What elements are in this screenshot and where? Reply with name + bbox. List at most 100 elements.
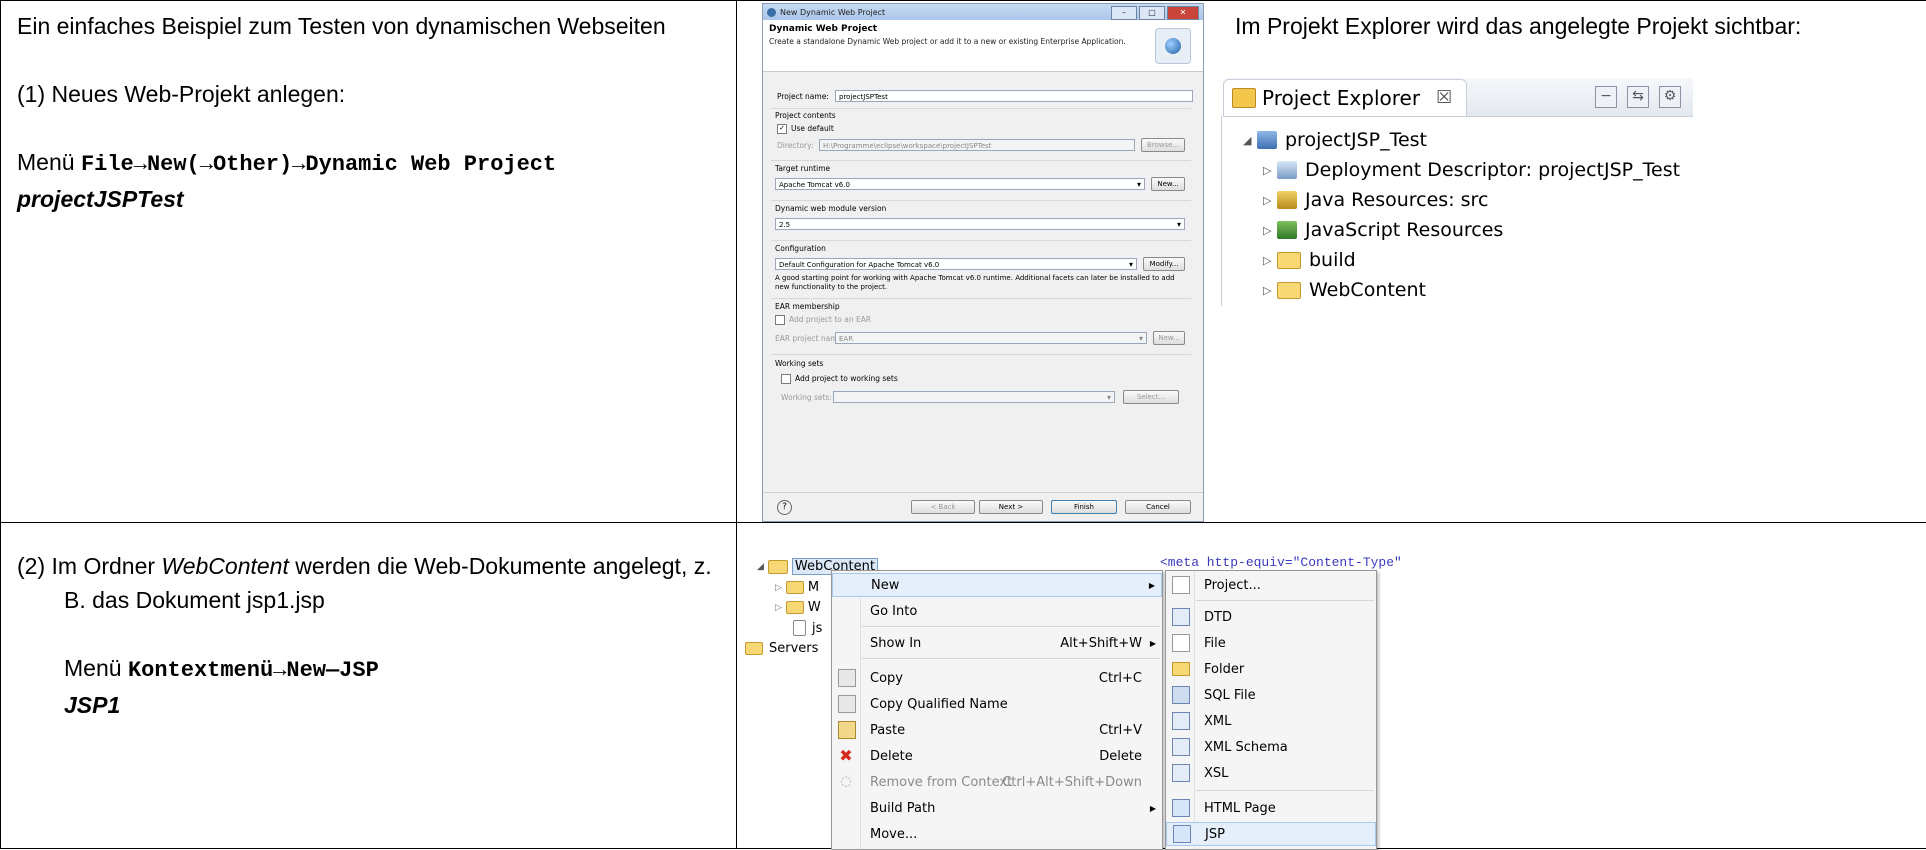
tree-node[interactable]: ▷ WebContent — [1263, 279, 1426, 301]
add-working-sets-row[interactable]: Add project to working sets — [781, 374, 898, 384]
add-to-ear-checkbox[interactable] — [775, 315, 785, 325]
configuration-description: A good starting point for working with A… — [775, 274, 1185, 292]
project-explorer: Project Explorer ☒ − ⇆ ⚙ ◢ projectJSP_Te… — [1223, 78, 1693, 308]
dialog-window-title: New Dynamic Web Project — [780, 8, 885, 17]
dialog-header: Dynamic Web Project Create a standalone … — [763, 20, 1203, 72]
tree-project-node[interactable]: ◢ projectJSP_Test — [1243, 129, 1427, 151]
help-icon[interactable]: ? — [777, 500, 792, 515]
intro-text: Ein einfaches Beispiel zum Testen von dy… — [17, 9, 707, 43]
html-page-icon — [1172, 799, 1190, 817]
row1-text-cell: Ein einfaches Beispiel zum Testen von dy… — [1, 1, 737, 523]
file-icon — [1172, 634, 1190, 652]
menu-item-go-into[interactable]: Go Into — [832, 599, 1162, 623]
collapsed-triangle-icon[interactable]: ▷ — [1263, 224, 1277, 237]
folder-icon — [786, 581, 804, 594]
paste-icon — [838, 721, 856, 739]
dialog-footer: ? < Back Next > Finish Cancel — [763, 492, 1203, 521]
ear-project-name-select[interactable]: EAR — [835, 332, 1147, 344]
submenu-item-folder[interactable]: Folder — [1166, 657, 1376, 681]
cancel-button[interactable]: Cancel — [1125, 500, 1191, 514]
submenu-item-xml-schema[interactable]: XML Schema — [1166, 735, 1376, 759]
collapsed-triangle-icon[interactable]: ▷ — [1263, 284, 1277, 297]
submenu-item-xml[interactable]: XML — [1166, 709, 1376, 733]
folder-icon — [1277, 252, 1301, 269]
module-version-select[interactable]: 2.5 — [775, 218, 1185, 230]
directory-input[interactable]: H:\Programme\eclipse\workspace\projectJS… — [819, 139, 1135, 151]
close-window-button[interactable]: ✕ — [1167, 6, 1199, 20]
target-runtime-select[interactable]: Apache Tomcat v6.0 — [775, 178, 1145, 190]
sql-file-icon — [1172, 686, 1190, 704]
code-snippet: <meta http-equiv="Content-Type" — [1160, 555, 1402, 570]
configuration-select[interactable]: Default Configuration for Apache Tomcat … — [775, 258, 1137, 270]
tree-node[interactable]: ▷ Java Resources: src — [1263, 189, 1488, 211]
link-with-editor-icon[interactable]: ⇆ — [1627, 86, 1649, 108]
new-ear-button[interactable]: New... — [1153, 331, 1185, 345]
minimize-button[interactable]: – — [1111, 6, 1137, 20]
use-default-checkbox[interactable]: ✓ — [777, 124, 787, 134]
tree-node[interactable]: ▷W — [775, 600, 821, 615]
webcontent-folder-name: WebContent — [161, 553, 288, 579]
menu-item-copy[interactable]: CopyCtrl+C — [832, 666, 1162, 690]
working-sets-select[interactable] — [833, 391, 1115, 403]
menu-item-remove-from-context[interactable]: ◌Remove from ContextCtrl+Alt+Shift+Down — [832, 770, 1162, 794]
expand-triangle-icon[interactable]: ◢ — [1243, 134, 1257, 147]
menu-item-new[interactable]: New▶ — [832, 573, 1162, 597]
servers-tree-node[interactable]: Servers — [745, 641, 818, 656]
maximize-button[interactable]: □ — [1139, 6, 1165, 20]
menu-item-delete[interactable]: ✖DeleteDelete — [832, 744, 1162, 768]
web-project-globe-icon — [1155, 28, 1191, 64]
submenu-item-project[interactable]: Project... — [1166, 573, 1376, 597]
menu-item-move[interactable]: Move... — [832, 822, 1162, 846]
submenu-item-file[interactable]: File — [1166, 631, 1376, 655]
expand-triangle-icon[interactable]: ◢ — [757, 562, 764, 572]
xml-schema-icon — [1172, 738, 1190, 756]
view-menu-icon[interactable]: ⚙ — [1659, 86, 1681, 108]
menu-item-build-path[interactable]: Build Path▶ — [832, 796, 1162, 820]
add-to-ear-row[interactable]: Add project to an EAR — [775, 315, 871, 325]
working-sets-label: Working sets — [775, 359, 823, 368]
project-explorer-tab[interactable]: Project Explorer ☒ — [1223, 79, 1467, 116]
new-runtime-button[interactable]: New... — [1151, 177, 1185, 191]
copy-icon — [838, 669, 856, 687]
add-working-sets-checkbox[interactable] — [781, 374, 791, 384]
working-sets-field-label: Working sets: — [781, 393, 832, 402]
folder-icon — [768, 560, 788, 574]
collapsed-triangle-icon[interactable]: ▷ — [1263, 254, 1277, 267]
menu-item-paste[interactable]: PasteCtrl+V — [832, 718, 1162, 742]
collapsed-triangle-icon[interactable]: ▷ — [1263, 194, 1277, 207]
submenu-item-sql-file[interactable]: SQL File — [1166, 683, 1376, 707]
collapsed-triangle-icon[interactable]: ▷ — [1263, 164, 1277, 177]
browse-button[interactable]: Browse... — [1141, 138, 1185, 152]
kontext-menu-path: Kontextmenü→New—JSP — [128, 658, 379, 683]
back-button[interactable]: < Back — [911, 500, 975, 514]
web-project-icon — [1257, 131, 1277, 149]
use-default-row[interactable]: ✓Use default — [777, 124, 834, 134]
submenu-arrow-icon: ▶ — [1150, 639, 1156, 648]
new-submenu: Project... DTD File Folder SQL File XML … — [1165, 570, 1377, 850]
finish-button[interactable]: Finish — [1051, 500, 1117, 514]
javascript-resources-icon — [1277, 221, 1297, 239]
project-name-input[interactable]: projectJSPTest — [835, 90, 1193, 102]
tree-node[interactable]: ▷ Deployment Descriptor: projectJSP_Test — [1263, 159, 1680, 181]
tree-node[interactable]: ▷ build — [1263, 249, 1356, 271]
tree-node[interactable]: ▷M — [775, 580, 819, 595]
tree-node[interactable]: ▷ JavaScript Resources — [1263, 219, 1503, 241]
submenu-item-html-page[interactable]: HTML Page — [1166, 796, 1376, 820]
close-tab-icon[interactable]: ☒ — [1436, 87, 1452, 108]
submenu-arrow-icon: ▶ — [1149, 581, 1155, 590]
deployment-descriptor-icon — [1277, 161, 1297, 179]
select-working-sets-button[interactable]: Select... — [1123, 390, 1179, 404]
folder-icon — [1172, 662, 1190, 676]
modify-button[interactable]: Modify... — [1143, 257, 1185, 271]
tree-node[interactable]: js — [793, 620, 822, 636]
menu-item-copy-qualified-name[interactable]: Copy Qualified Name — [832, 692, 1162, 716]
submenu-item-jsp[interactable]: JSP — [1166, 822, 1376, 846]
next-button[interactable]: Next > — [979, 500, 1043, 514]
menu-item-show-in[interactable]: Show InAlt+Shift+W▶ — [832, 631, 1162, 655]
module-version-label: Dynamic web module version — [775, 204, 886, 213]
new-project-dialog: New Dynamic Web Project – □ ✕ Dynamic We… — [762, 3, 1204, 522]
submenu-item-xsl[interactable]: XSL — [1166, 761, 1376, 785]
collapse-all-icon[interactable]: − — [1595, 86, 1617, 108]
submenu-item-dtd[interactable]: DTD — [1166, 605, 1376, 629]
row2-text-cell: (2) Im Ordner WebContent werden die Web-… — [1, 523, 737, 849]
